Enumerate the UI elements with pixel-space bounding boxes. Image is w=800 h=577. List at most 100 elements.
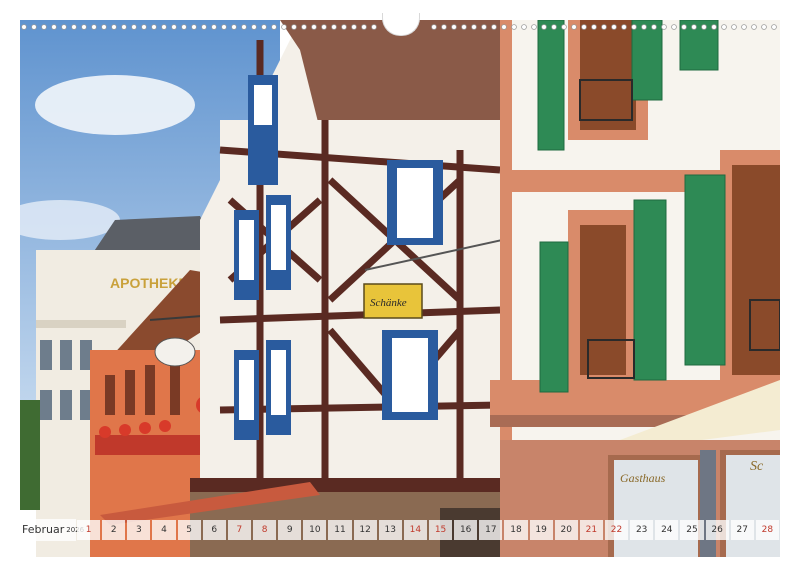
day-cell: 13: [378, 520, 402, 540]
shop-sign-text: Gasthaus: [620, 471, 666, 485]
binding-hole: [761, 24, 767, 30]
binding-hole: [441, 24, 447, 30]
binding-hole: [271, 24, 277, 30]
binding-hole: [511, 24, 517, 30]
day-cell: 24: [655, 520, 679, 540]
tavern-sign-text: Schänke: [370, 297, 407, 309]
binding-hole: [641, 24, 647, 30]
binding-hole: [621, 24, 627, 30]
binding-hole: [711, 24, 717, 30]
binding-hole: [501, 24, 507, 30]
day-row: 1 2 3 4 5 6 7 8 9 10 11 12 13 14 15 16 17 18 19 20 21 22 23 24 2…: [76, 519, 780, 541]
day-cell: 4: [152, 520, 176, 540]
binding-hole: [201, 24, 207, 30]
day-cell: 11: [328, 520, 352, 540]
binding-hole: [681, 24, 687, 30]
binding-hole: [41, 24, 47, 30]
day-cell: 5: [177, 520, 201, 540]
day-cell: 14: [403, 520, 427, 540]
day-cell: 21: [579, 520, 603, 540]
shop-sign-right-text: Sc: [750, 459, 764, 474]
cloud: [35, 75, 195, 135]
binding-hole: [451, 24, 457, 30]
month-name: Februar: [22, 523, 65, 536]
binding-hole: [751, 24, 757, 30]
day-cell: 9: [278, 520, 302, 540]
day-cell: 15: [428, 520, 453, 540]
binding-hole: [351, 24, 357, 30]
flower-boxes: [95, 435, 215, 455]
day-cell: 27: [730, 520, 754, 540]
day-cell: 22: [604, 520, 629, 540]
day-cell: 7: [227, 520, 251, 540]
day-cell: 23: [630, 520, 654, 540]
day-cell: 16: [454, 520, 478, 540]
binding-hole: [591, 24, 597, 30]
binding-hole: [491, 24, 497, 30]
binding-hole: [521, 24, 527, 30]
binding-hole: [341, 24, 347, 30]
binding-hole: [301, 24, 307, 30]
binding-hole: [161, 24, 167, 30]
binding-hole: [461, 24, 467, 30]
day-cell: 28: [755, 520, 779, 540]
binding-hole: [611, 24, 617, 30]
binding-hole: [251, 24, 257, 30]
day-cell: 18: [504, 520, 528, 540]
binding-hole: [141, 24, 147, 30]
day-cell: 19: [529, 520, 553, 540]
binding-hole: [771, 24, 777, 30]
binding-hole: [631, 24, 637, 30]
binding-hole: [571, 24, 577, 30]
day-cell: 1: [77, 520, 101, 540]
binding-hole: [111, 24, 117, 30]
day-cell: 2: [102, 520, 126, 540]
binding-hole: [721, 24, 727, 30]
day-cell: 25: [680, 520, 704, 540]
tree: [20, 400, 40, 510]
binding-hole: [131, 24, 137, 30]
day-cell: 3: [127, 520, 151, 540]
binding-hole: [431, 24, 437, 30]
calendar-bar: Februar 2026 1 2 3 4 5 6 7 8 9 10 11 12 13 14 15 16 17 18 1…: [20, 519, 780, 541]
day-cell: 10: [303, 520, 327, 540]
binding-hole: [371, 24, 377, 30]
binding-hole: [61, 24, 67, 30]
day-cell: 12: [353, 520, 377, 540]
day-cell: 17: [479, 520, 503, 540]
hanging-sign-icon: [154, 337, 196, 367]
binding-hole: [321, 24, 327, 30]
binding-hole: [211, 24, 217, 30]
month-label: Februar 2026: [20, 519, 84, 541]
binding-hole: [241, 24, 247, 30]
binding-hole: [81, 24, 87, 30]
binding-hole: [471, 24, 477, 30]
binding-hole: [581, 24, 587, 30]
binding-hole: [741, 24, 747, 30]
street-photo: APOTHEKE Schänke Gasthaus Sc: [20, 20, 780, 557]
binding-hole: [311, 24, 317, 30]
binding-hole: [691, 24, 697, 30]
binding-hole: [531, 24, 537, 30]
binding-hole: [71, 24, 77, 30]
binding-hole: [561, 24, 567, 30]
binding-hole: [21, 24, 27, 30]
binding-hole: [221, 24, 227, 30]
binding-hole: [291, 24, 297, 30]
day-cell: 20: [554, 520, 578, 540]
day-cell: 26: [705, 520, 729, 540]
binding-hole: [651, 24, 657, 30]
binding-hole: [31, 24, 37, 30]
binding-hole: [121, 24, 127, 30]
binding-hole: [91, 24, 97, 30]
binding-hole: [171, 24, 177, 30]
binding-hole: [331, 24, 337, 30]
binding-hole: [361, 24, 367, 30]
binding-hole: [191, 24, 197, 30]
binding-hole: [601, 24, 607, 30]
binding-hole: [671, 24, 677, 30]
binding-hole: [731, 24, 737, 30]
binding-hole: [661, 24, 667, 30]
calendar-page: APOTHEKE Schänke Gasthaus Sc Februar 202…: [0, 0, 800, 577]
binding-hole: [151, 24, 157, 30]
